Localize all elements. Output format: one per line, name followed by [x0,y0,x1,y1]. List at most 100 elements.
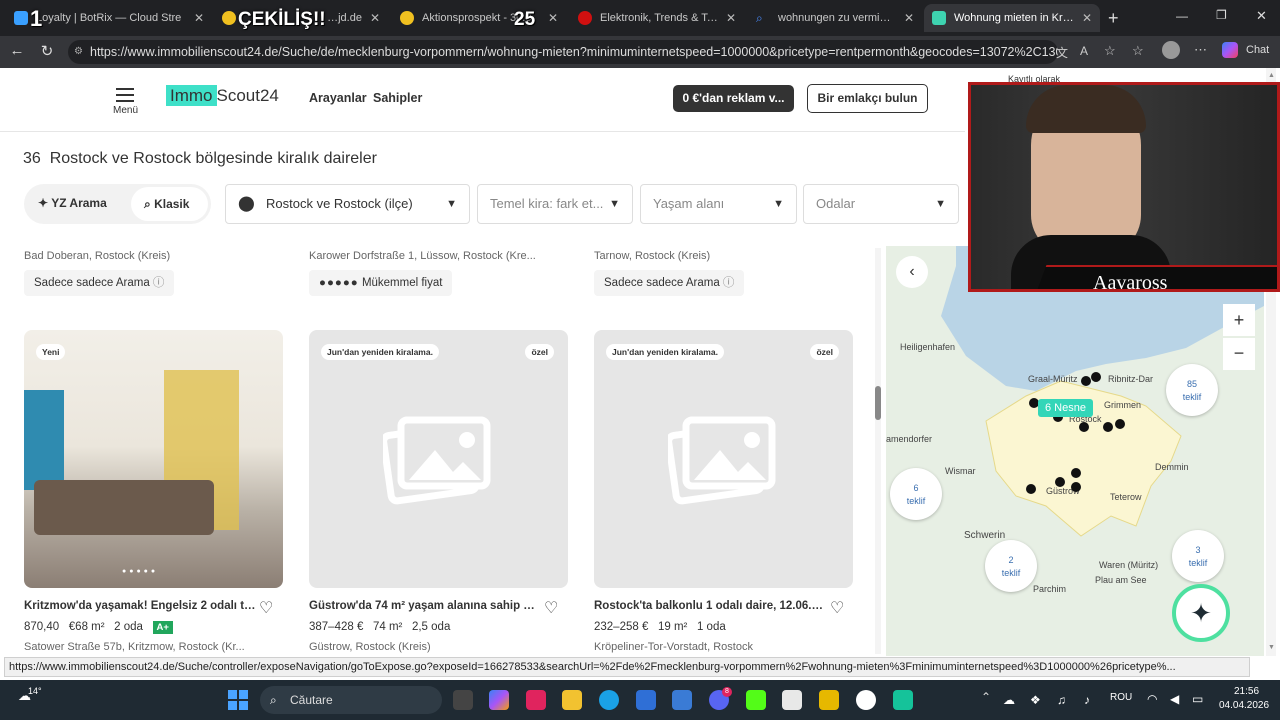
battery-icon[interactable]: ▭ [1192,692,1203,706]
nav-arayanlar[interactable]: Arayanlar [309,91,367,105]
map-marker[interactable] [1071,468,1081,478]
listing-title[interactable]: Güstrow'da 74 m² yaşam alanına sahip 2,5… [309,600,541,612]
copilot-icon[interactable] [1222,42,1238,58]
advertise-button[interactable]: 0 €'dan reklam v... [673,85,794,112]
plus-search-pill[interactable]: Sadece sadece Arama ⓘ [594,270,745,296]
profile-avatar[interactable] [1162,41,1180,59]
favorite-star-icon[interactable]: ☆ [1104,43,1116,59]
map-marker[interactable] [1115,419,1125,429]
map-marker[interactable] [1091,372,1101,382]
chat-button[interactable]: Chat [1246,44,1269,56]
url-field[interactable]: ⚙ https://www.immobilienscout24.de/Suche… [68,40,1058,64]
close-tab-icon[interactable]: ✕ [904,11,914,25]
clock-time[interactable]: 21:56 [1234,686,1259,697]
listing-image[interactable]: Yeni ●●●●● [24,330,283,588]
map-marker[interactable] [1079,422,1089,432]
map-marker[interactable] [1081,376,1091,386]
sound-tray-icon[interactable]: ♪ [1084,693,1090,707]
ai-assistant-button[interactable]: ✦ [1172,584,1230,642]
map-zoom-in-button[interactable]: + [1223,304,1255,336]
map-tooltip[interactable]: 6 Nesne [1038,399,1093,417]
map-marker[interactable] [1103,422,1113,432]
tab-aktionsprospekt[interactable]: Aktionsprospekt - 30.0 ✕ [392,4,566,32]
rent-filter[interactable]: Temel kira: fark et... ▼ [477,184,633,224]
info-icon[interactable]: ⓘ [723,277,735,289]
close-tab-icon[interactable]: ✕ [1082,11,1092,25]
taskbar-search[interactable]: ⌕ Căutare [260,686,442,714]
favorites-icon[interactable]: ☆ [1132,43,1144,59]
image-pager-dots[interactable]: ●●●●● [122,568,158,575]
close-tab-icon[interactable]: ✕ [726,11,736,25]
task-view-icon[interactable] [453,690,473,710]
chrome-icon[interactable] [856,690,876,710]
close-window-button[interactable]: ✕ [1256,8,1267,24]
info-icon[interactable]: ⓘ [153,277,165,289]
microphone-icon[interactable]: ♫ [1057,693,1066,707]
wifi-icon[interactable]: ◠ [1147,692,1157,706]
map-marker[interactable] [1071,482,1081,492]
listing-title[interactable]: Rostock'ta balkonlu 1 odalı daire, 12.06… [594,600,826,612]
favorite-heart-icon[interactable]: ♡ [259,598,273,618]
nav-sahipler[interactable]: Sahipler [373,91,422,105]
app-icon[interactable] [819,690,839,710]
clock-date[interactable]: 04.04.2026 [1219,700,1269,711]
map-cluster[interactable]: 2 teklif [985,540,1037,592]
volume-icon[interactable]: ◀ [1170,692,1179,706]
scroll-down-icon[interactable]: ▼ [1268,644,1275,651]
map-cluster[interactable]: 3 teklif [1172,530,1224,582]
site-logo[interactable]: Immo Scout24 [166,85,279,106]
onedrive-icon[interactable]: ☁ [1003,693,1015,707]
scroll-up-icon[interactable]: ▲ [1268,72,1275,79]
read-aloud-icon[interactable]: A [1080,44,1088,58]
results-map[interactable]: Heiligenhafen Graal-Müritz Ribnitz-Dar G… [886,246,1264,656]
tab-elektronik[interactable]: Elektronik, Trends & Technik I✕ [570,4,744,32]
copilot-taskbar-icon[interactable] [489,690,509,710]
list-scrollbar-thumb[interactable] [875,386,881,420]
media-app-icon[interactable] [526,690,546,710]
more-menu-icon[interactable]: ⋯ [1194,42,1207,58]
listing-image[interactable]: Jun'dan yeniden kiralama. özel [594,330,853,588]
close-tab-icon[interactable]: ✕ [194,11,204,25]
listing-image[interactable]: Jun'dan yeniden kiralama. özel [309,330,568,588]
back-arrow-icon[interactable]: ← [3,42,31,59]
tab-search[interactable]: ⌕ wohnungen zu vermieten lux✕ [748,4,922,32]
start-button[interactable] [228,690,248,710]
app-icon[interactable] [893,690,913,710]
new-tab-button[interactable]: + [1108,8,1119,29]
find-agent-button[interactable]: Bir emlakçı bulun [807,84,928,113]
minimize-window-button[interactable]: — [1176,9,1188,23]
location-filter[interactable]: ⬤ Rostock ve Rostock (ilçe) ▼ [225,184,470,224]
menu-button[interactable] [113,86,137,102]
keyboard-language[interactable]: ROU [1110,692,1132,703]
tray-arrow-icon[interactable]: ⌃ [981,690,991,704]
kick-icon[interactable] [746,690,766,710]
site-info-icon[interactable]: ⚙ [74,40,83,64]
plus-search-pill[interactable]: Sadece sadece Arama ⓘ [24,270,175,296]
map-back-button[interactable]: ‹ [896,256,928,288]
living-area-filter[interactable]: Yaşam alanı ▼ [640,184,797,224]
translate-icon[interactable]: 文 [1056,44,1068,61]
store-icon[interactable] [636,690,656,710]
rooms-filter[interactable]: Odalar ▼ [803,184,959,224]
app-icon[interactable] [782,690,802,710]
map-marker[interactable] [1055,477,1065,487]
map-zoom-out-button[interactable]: − [1223,338,1255,370]
close-tab-icon[interactable]: ✕ [548,11,558,25]
edge-browser-icon[interactable] [599,690,619,710]
tab-immoscout-active[interactable]: Wohnung mieten in Kreis Ro✕ [924,4,1100,32]
map-cluster[interactable]: 6 teklif [890,468,942,520]
mail-icon[interactable] [672,690,692,710]
favorite-heart-icon[interactable]: ♡ [830,598,844,618]
file-explorer-icon[interactable] [562,690,582,710]
map-cluster[interactable]: 85 teklif [1166,364,1218,416]
reload-icon[interactable]: ↻ [33,42,61,60]
classic-search-tab[interactable]: ⌕ Klasik [131,187,208,221]
favorite-heart-icon[interactable]: ♡ [544,598,558,618]
ai-search-tab[interactable]: ✦ YZ Arama [38,196,107,210]
list-scrollbar[interactable] [875,248,881,654]
map-marker[interactable] [1026,484,1036,494]
dropbox-icon[interactable]: ❖ [1030,693,1041,707]
listing-title[interactable]: Kritzmow'da yaşamak! Engelsiz 2 odalı te… [24,600,256,612]
maximize-window-button[interactable]: ❐ [1216,8,1227,22]
close-tab-icon[interactable]: ✕ [370,11,380,25]
